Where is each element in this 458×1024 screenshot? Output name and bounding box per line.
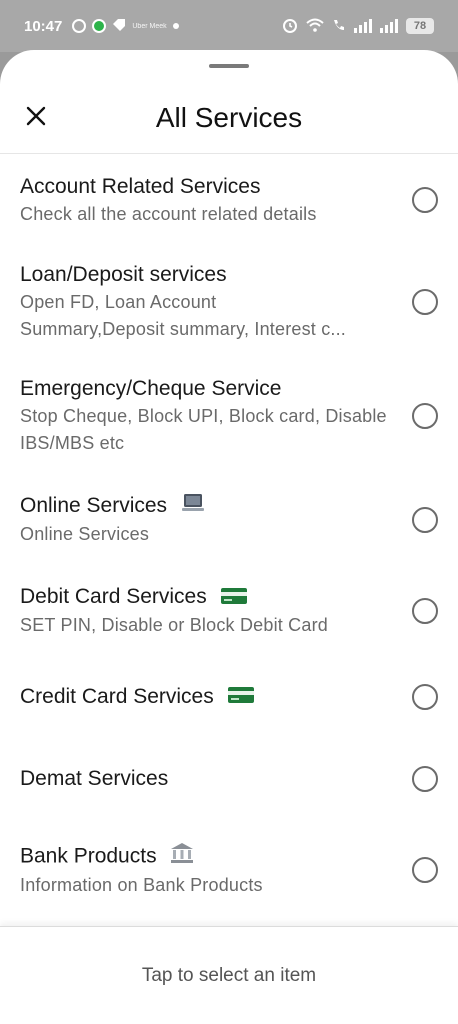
app-icon <box>92 19 107 33</box>
wifi-icon <box>306 18 324 35</box>
item-subtitle: Open FD, Loan Account Summary,Deposit sum… <box>20 292 347 339</box>
signal-icon-2 <box>380 19 398 33</box>
close-icon <box>26 106 46 126</box>
whatsapp-icon <box>72 19 87 33</box>
item-subtitle: Check all the account related details <box>20 203 317 224</box>
laptop-icon <box>181 493 205 521</box>
list-item-loan-deposit[interactable]: Loan/Deposit services Open FD, Loan Acco… <box>0 246 458 358</box>
list-item-emergency-cheque[interactable]: Emergency/Cheque Service Stop Cheque, Bl… <box>0 358 458 474</box>
more-notifications-icon <box>172 23 179 29</box>
alarm-icon <box>282 17 298 36</box>
footer-hint: Tap to select an item <box>141 964 317 986</box>
status-bar: 10:47 Uber Meek 78 <box>0 0 458 52</box>
signal-icon-1 <box>354 19 372 33</box>
list-item-debit-card[interactable]: Debit Card Services SET PIN, Disable or … <box>0 566 458 656</box>
bottom-sheet: All Services Account Related Services Ch… <box>0 50 458 1024</box>
tag-icon <box>112 18 126 35</box>
item-title: Debit Card Services <box>20 585 207 609</box>
item-title: Credit Card Services <box>20 684 214 708</box>
page-title: All Services <box>155 102 303 133</box>
radio-button[interactable] <box>412 187 438 213</box>
list-item-online-services[interactable]: Online Services Online Services <box>0 474 458 566</box>
system-icons: 78 <box>282 17 434 36</box>
radio-button[interactable] <box>412 684 438 710</box>
list-item-demat[interactable]: Demat Services <box>0 738 458 820</box>
list-item-credit-card[interactable]: Credit Card Services <box>0 656 458 738</box>
card-icon <box>220 584 247 612</box>
item-subtitle: Online Services <box>20 523 150 544</box>
radio-button[interactable] <box>412 598 438 624</box>
item-title: Online Services <box>20 494 168 518</box>
radio-button[interactable] <box>412 857 438 883</box>
item-subtitle: Stop Cheque, Block UPI, Block card, Disa… <box>20 406 387 453</box>
battery-icon: 78 <box>406 18 434 34</box>
radio-button[interactable] <box>412 289 438 315</box>
item-title: Loan/Deposit services <box>20 263 227 286</box>
item-subtitle: Information on Bank Products <box>20 874 263 895</box>
radio-button[interactable] <box>412 403 438 429</box>
item-title: Emergency/Cheque Service <box>20 377 282 400</box>
sheet-header: All Services <box>0 80 458 156</box>
radio-button[interactable] <box>412 507 438 533</box>
item-title: Account Related Services <box>20 174 261 198</box>
notification-icons: Uber Meek <box>72 18 179 35</box>
item-title: Bank Products <box>20 844 157 868</box>
drag-handle[interactable] <box>209 64 249 68</box>
bank-icon <box>170 842 194 872</box>
status-time: 10:47 <box>24 17 63 35</box>
footer: Tap to select an item <box>0 926 458 1024</box>
radio-button[interactable] <box>412 766 438 792</box>
call-icon <box>332 18 346 35</box>
item-subtitle: SET PIN, Disable or Block Debit Card <box>20 614 328 635</box>
list-item-bank-products[interactable]: Bank Products Information on Bank Produc… <box>0 820 458 920</box>
close-button[interactable] <box>20 100 52 132</box>
ticker-text: Uber Meek <box>132 22 167 30</box>
list-item-account-related[interactable]: Account Related Services Check all the a… <box>0 154 458 246</box>
item-title: Demat Services <box>20 767 169 790</box>
services-list: Account Related Services Check all the a… <box>0 154 458 920</box>
card-icon <box>227 683 254 711</box>
